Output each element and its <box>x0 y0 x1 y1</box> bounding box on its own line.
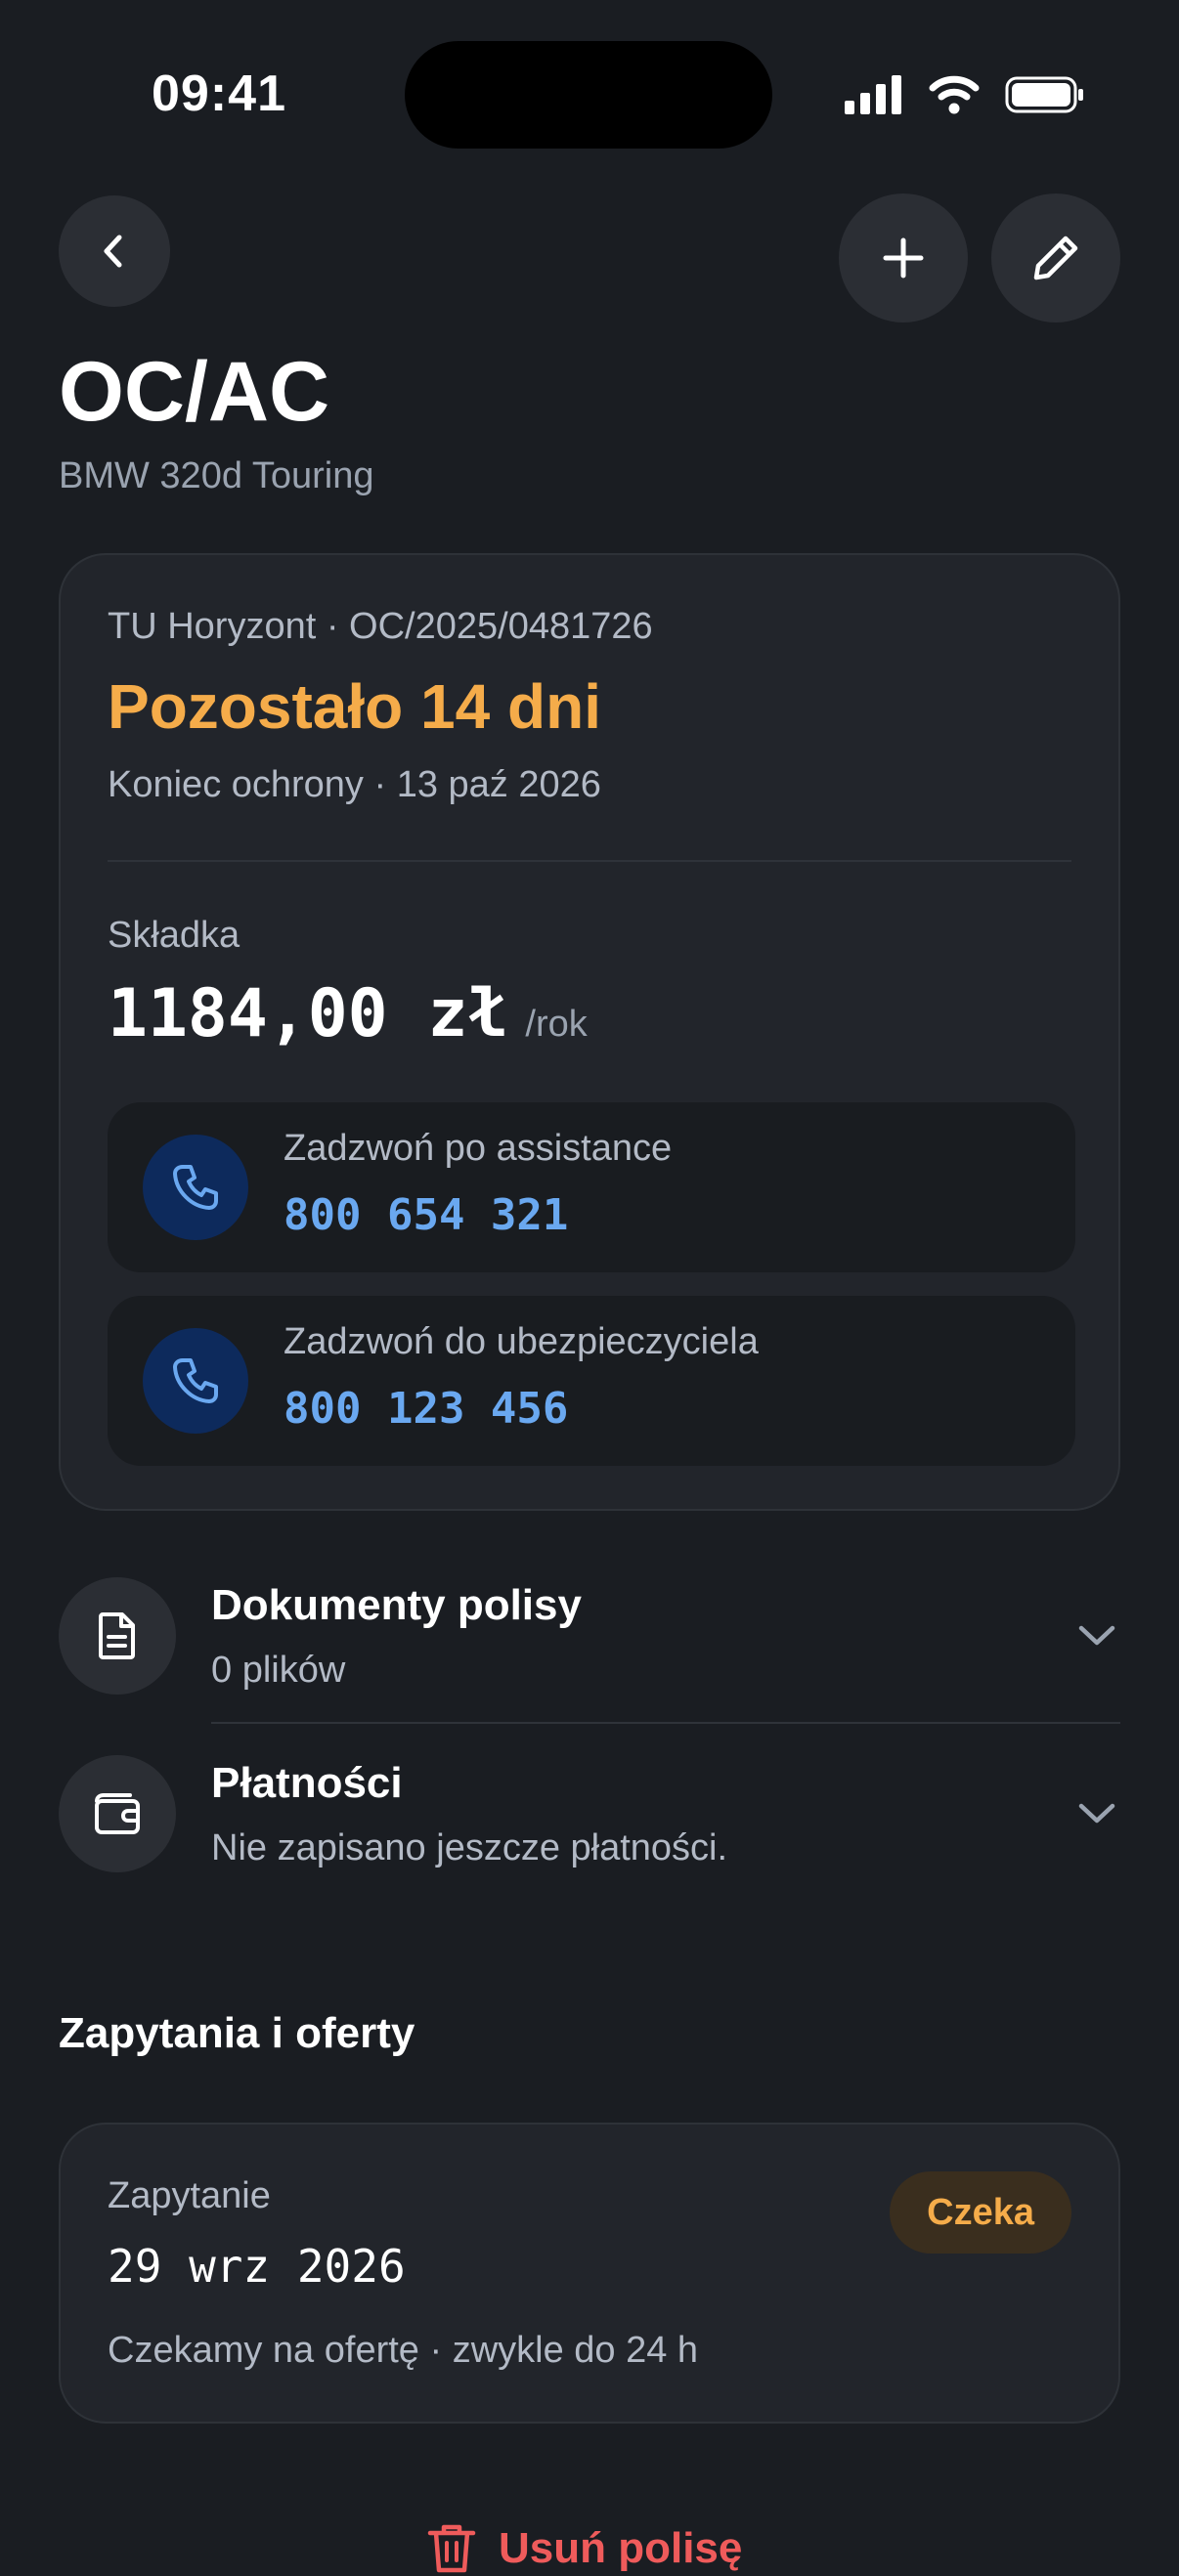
plus-icon <box>883 237 924 279</box>
phone-icon <box>173 1165 218 1210</box>
page-title: OC/AC <box>59 345 330 439</box>
premium-label: Składka <box>108 915 240 956</box>
document-icon <box>99 1612 135 1659</box>
pencil-icon <box>1033 236 1078 280</box>
section-divider <box>211 1722 1120 1724</box>
battery-icon <box>1005 76 1083 113</box>
section-title: Płatności <box>211 1759 403 1807</box>
status-bar: 09:41 <box>0 0 1179 195</box>
call-number: 800 654 321 <box>284 1190 569 1240</box>
insurer-policy-number: TU Horyzont · OC/2025/0481726 <box>108 606 653 647</box>
chevron-down-icon[interactable] <box>1073 1616 1120 1655</box>
trash-icon <box>427 2524 476 2573</box>
chevron-left-icon <box>104 235 122 268</box>
status-time: 09:41 <box>152 65 286 122</box>
call-assistance-button[interactable]: Zadzwoń po assistance 800 654 321 <box>108 1102 1075 1272</box>
phone-icon-badge <box>143 1328 248 1434</box>
query-label: Zapytanie <box>108 2175 271 2216</box>
phone-icon <box>173 1358 218 1403</box>
call-label: Zadzwoń do ubezpieczyciela <box>284 1321 759 1362</box>
phone-icon-badge <box>143 1135 248 1240</box>
wifi-icon <box>929 75 980 114</box>
policy-documents-section[interactable]: Dokumenty polisy 0 plików <box>59 1571 1120 1743</box>
add-button[interactable] <box>839 193 968 322</box>
remaining-days: Pozostało 14 dni <box>108 671 601 742</box>
wallet-icon-badge <box>59 1755 176 1872</box>
policy-card: TU Horyzont · OC/2025/0481726 Pozostało … <box>59 553 1120 1511</box>
premium-row: 1184,00 zł /rok <box>108 975 588 1052</box>
query-note: Czekamy na ofertę · zwykle do 24 h <box>108 2330 699 2371</box>
card-divider <box>108 860 1071 862</box>
status-icons <box>845 70 1085 119</box>
premium-unit: /rok <box>525 1004 588 1045</box>
section-subtitle: Nie zapisano jeszcze płatności. <box>211 1827 728 1868</box>
edit-button[interactable] <box>991 193 1120 322</box>
query-date: 29 wrz 2026 <box>108 2240 406 2293</box>
call-insurer-button[interactable]: Zadzwoń do ubezpieczyciela 800 123 456 <box>108 1296 1075 1466</box>
section-subtitle: 0 plików <box>211 1650 346 1691</box>
status-badge: Czeka <box>890 2171 1071 2254</box>
premium-value: 1184,00 zł <box>108 975 508 1052</box>
call-number: 800 123 456 <box>284 1384 569 1434</box>
call-label: Zadzwoń po assistance <box>284 1128 673 1169</box>
document-icon-badge <box>59 1577 176 1695</box>
section-title: Dokumenty polisy <box>211 1581 582 1629</box>
queries-heading: Zapytania i oferty <box>59 2009 415 2057</box>
protection-end-date: Koniec ochrony · 13 paź 2026 <box>108 764 601 805</box>
delete-policy-button[interactable]: Usuń polisę <box>426 2521 742 2576</box>
wallet-icon <box>95 1793 140 1834</box>
query-card[interactable]: Zapytanie 29 wrz 2026 Czekamy na ofertę … <box>59 2123 1120 2424</box>
chevron-down-icon[interactable] <box>1073 1794 1120 1833</box>
payments-section[interactable]: Płatności Nie zapisano jeszcze płatności… <box>59 1749 1120 1921</box>
signal-icon <box>845 75 901 114</box>
delete-policy-label: Usuń polisę <box>499 2524 743 2572</box>
dynamic-island <box>405 41 772 149</box>
back-button[interactable] <box>59 195 170 307</box>
page-subtitle: BMW 320d Touring <box>59 455 374 496</box>
